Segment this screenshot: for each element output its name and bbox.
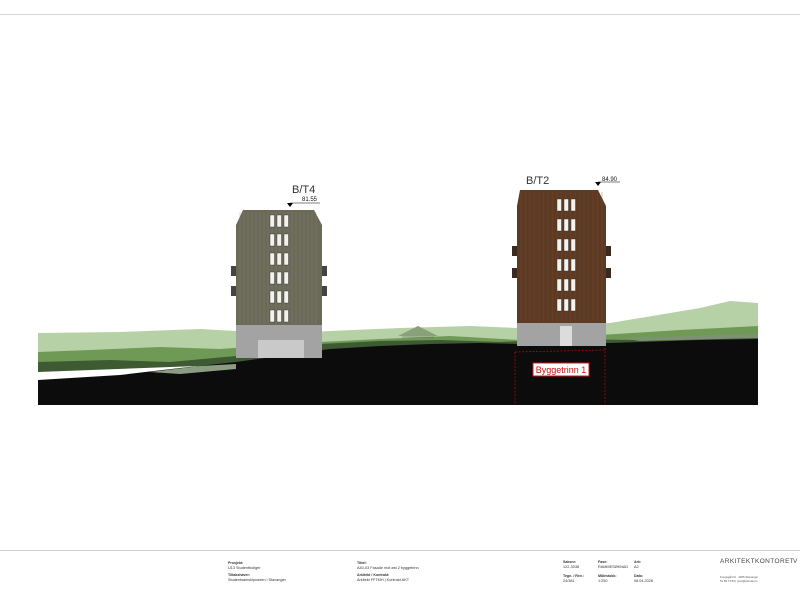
facade-window <box>563 278 569 292</box>
bt2-height-marker <box>595 182 601 186</box>
project-value: U13 Studentboliger <box>228 566 261 570</box>
bt2-balcony-right-2 <box>606 268 611 278</box>
facade-window <box>563 298 569 312</box>
bt4-label: B/T4 <box>292 184 315 196</box>
facade-window <box>556 298 562 312</box>
facade-window <box>563 238 569 252</box>
facade-window <box>283 214 289 228</box>
client-label: Tiltakshaver: <box>228 573 251 577</box>
sheet-size-value: A2 <box>634 565 639 569</box>
title-label: Tittel: <box>357 561 367 565</box>
facade-window <box>556 198 562 212</box>
architect-label: Arkitekt / Kontrakt: <box>357 573 390 577</box>
bt2-entrance <box>560 326 572 346</box>
building-bt4 <box>231 202 327 358</box>
bt2-label: B/T2 <box>526 175 549 187</box>
bt4-facade <box>236 210 322 325</box>
facade-window <box>269 290 275 304</box>
facade-window <box>563 218 569 232</box>
bt4-pilotis <box>258 340 304 358</box>
facade-window <box>570 278 576 292</box>
facade-window <box>563 198 569 212</box>
drawing-no-label: Tegn. / Rev.: <box>563 574 584 578</box>
facade-window <box>563 258 569 272</box>
project-label: Prosjekt: <box>228 561 244 565</box>
bt4-height-value: 81.55 <box>302 197 318 203</box>
architect-value: Arkitekt FFTMH | Kontrakt AKT <box>357 578 410 582</box>
facade-window <box>283 271 289 285</box>
firm-contact: 51 89 73 83 | post@arkmat.no <box>720 579 758 583</box>
bt2-balcony-left <box>512 246 517 256</box>
sheet-size-label: Ark: <box>634 560 642 564</box>
facade-window <box>269 233 275 247</box>
facade-window <box>283 309 289 323</box>
building-bt2 <box>512 181 620 346</box>
facade-window <box>556 218 562 232</box>
facade-window <box>570 258 576 272</box>
phase-value: RAMMESØKNAD <box>598 565 629 569</box>
bt4-height-marker <box>287 203 293 207</box>
facade-window <box>283 290 289 304</box>
facade-window <box>269 271 275 285</box>
scale-label: Målestokk: <box>598 574 617 578</box>
phase-label-tb: Fase: <box>598 560 608 564</box>
facade-window <box>269 309 275 323</box>
bt2-balcony-right <box>606 246 611 256</box>
title-block-border <box>0 550 800 551</box>
drawing-no-value: 24/381 <box>563 579 575 583</box>
facade-window <box>276 309 282 323</box>
facade-window <box>276 214 282 228</box>
scale-value: 1:250 <box>598 579 608 583</box>
title-value: A40-03 Fasade mot øst 2 byggetrinn <box>357 566 419 570</box>
bt4-balcony-right <box>322 266 327 276</box>
bt2-balcony-left-2 <box>512 268 517 278</box>
facade-window <box>276 233 282 247</box>
facade-window <box>276 271 282 285</box>
facade-window <box>283 233 289 247</box>
facade-window <box>269 252 275 266</box>
bt4-balcony-left <box>231 266 236 276</box>
job-no-label: Saksnr: <box>563 560 577 564</box>
date-label: Dato: <box>634 574 644 578</box>
client-value: Studentsamskipnaden i Stavanger <box>228 578 286 582</box>
facade-window <box>556 258 562 272</box>
date-value: 06.04.2026 <box>634 579 654 583</box>
facade-window <box>283 252 289 266</box>
facade-window <box>570 218 576 232</box>
bt4-balcony-left-2 <box>231 286 236 296</box>
elevation-drawing: Byggetrinn 1 B/T4 81.55 B/T2 84.90 <box>38 175 758 405</box>
phase-label: Byggetrinn 1 <box>536 365 587 375</box>
facade-window <box>570 238 576 252</box>
firm-name: ARKITEKTKONTORET <box>720 558 795 565</box>
facade-window <box>556 238 562 252</box>
facade-window <box>269 214 275 228</box>
bt4-balcony-right-2 <box>322 286 327 296</box>
bt2-height-value: 84.90 <box>602 177 618 183</box>
facade-window <box>276 252 282 266</box>
facade-window <box>556 278 562 292</box>
job-no-value: 122-3038 <box>563 565 580 569</box>
firm-name-trail: V <box>793 558 798 565</box>
facade-window <box>276 290 282 304</box>
facade-window <box>570 298 576 312</box>
facade-window <box>570 198 576 212</box>
